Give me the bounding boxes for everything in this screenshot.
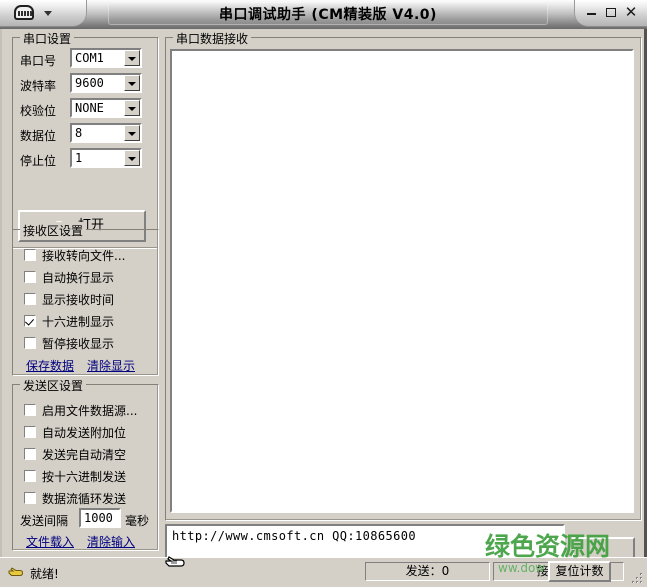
send-data-content: http://www.cmsoft.cn QQ:10865600	[172, 529, 416, 543]
close-icon[interactable]: ✕	[623, 4, 639, 20]
checkbox-box[interactable]	[24, 492, 36, 504]
checkbox-box[interactable]	[24, 448, 36, 460]
status-text: 就绪!	[30, 565, 59, 582]
checkbox-label: 数据流循环发送	[42, 490, 126, 507]
sent-count-cell: 发送：0	[365, 562, 490, 581]
parity-bit-value: NONE	[75, 101, 104, 115]
title-plate: 串口调试助手 (CM精装版 V4.0)	[108, 2, 548, 25]
send-settings-title: 发送区设置	[20, 377, 86, 394]
checkbox-label: 按十六进制发送	[42, 468, 126, 485]
data-bits-dropdown-arrow-icon[interactable]	[124, 125, 140, 141]
checkbox-label: 接收转向文件...	[42, 247, 125, 264]
parity-bit-dropdown-arrow-icon[interactable]	[124, 100, 140, 116]
label-port-number: 串口号	[20, 52, 56, 69]
stop-bits-dropdown-arrow-icon[interactable]	[124, 150, 140, 166]
label-baud-rate: 波特率	[20, 77, 56, 94]
minimize-icon[interactable]	[583, 4, 599, 20]
checkbox-box[interactable]	[24, 337, 36, 349]
window-title: 串口调试助手 (CM精装版 V4.0)	[108, 4, 548, 24]
port-number-dropdown-arrow-icon[interactable]	[124, 50, 140, 66]
receive-data-title: 串口数据接收	[173, 30, 251, 47]
label-parity-bit: 校验位	[20, 102, 56, 119]
receive-settings-title: 接收区设置	[20, 222, 86, 239]
data-bits-value: 8	[75, 126, 82, 140]
send-interval-input[interactable]: 1000	[79, 508, 121, 528]
reset-counter-button[interactable]: 复位计数	[548, 561, 611, 582]
chevron-down-icon[interactable]	[44, 11, 52, 16]
stop-bits-value: 1	[75, 151, 82, 165]
baud-rate-combobox[interactable]: 9600	[70, 73, 142, 93]
receive-data-textarea[interactable]	[170, 49, 634, 513]
checkbox-box[interactable]	[24, 426, 36, 438]
port-number-combobox[interactable]: COM1	[70, 48, 142, 68]
checkbox-label: 暂停接收显示	[42, 335, 114, 352]
serial-settings-title: 串口设置	[20, 30, 74, 47]
pointing-hand-icon	[8, 565, 24, 579]
title-bar: 串口调试助手 (CM精装版 V4.0) ✕	[0, 0, 647, 29]
serial-debug-assistant-window: 串口调试助手 (CM精装版 V4.0) ✕ 串口设置 串口号 COM1 波特率 …	[0, 0, 647, 587]
checkbox-label: 自动发送附加位	[42, 424, 126, 441]
checkbox-label: 显示接收时间	[42, 291, 114, 308]
checkbox-label: 发送完自动清空	[42, 446, 126, 463]
checkbox-label: 十六进制显示	[42, 313, 114, 330]
system-menu-tab[interactable]	[0, 0, 87, 27]
baud-rate-dropdown-arrow-icon[interactable]	[124, 75, 140, 91]
checkbox-box[interactable]	[24, 249, 36, 261]
link-clear-display[interactable]: 清除显示	[87, 357, 135, 374]
label-stop-bits: 停止位	[20, 152, 56, 169]
checkbox-label: 自动换行显示	[42, 269, 114, 286]
link-load-file[interactable]: 文件载入	[26, 533, 74, 550]
pointing-hand-cursor-icon	[164, 552, 186, 572]
data-bits-combobox[interactable]: 8	[70, 123, 142, 143]
checkbox-box-checked[interactable]	[24, 315, 36, 327]
label-data-bits: 数据位	[20, 127, 56, 144]
checkbox-box[interactable]	[24, 271, 36, 283]
serial-chip-icon	[14, 5, 34, 20]
maximize-icon[interactable]	[603, 4, 619, 20]
port-number-value: COM1	[75, 51, 104, 65]
checkbox-box[interactable]	[24, 404, 36, 416]
label-send-interval-unit: 毫秒	[125, 512, 149, 529]
link-save-data[interactable]: 保存数据	[26, 357, 74, 374]
parity-bit-combobox[interactable]: NONE	[70, 98, 142, 118]
baud-rate-value: 9600	[75, 76, 104, 90]
checkbox-box[interactable]	[24, 293, 36, 305]
label-send-interval: 发送间隔	[20, 512, 68, 529]
link-clear-input[interactable]: 清除输入	[87, 533, 135, 550]
checkbox-label: 启用文件数据源...	[42, 402, 137, 419]
client-area: 串口设置 串口号 COM1 波特率 9600 校验位 NONE 数据位 8 停止…	[0, 29, 647, 557]
checkbox-box[interactable]	[24, 470, 36, 482]
resize-grip-icon[interactable]	[630, 571, 644, 585]
stop-bits-combobox[interactable]: 1	[70, 148, 142, 168]
